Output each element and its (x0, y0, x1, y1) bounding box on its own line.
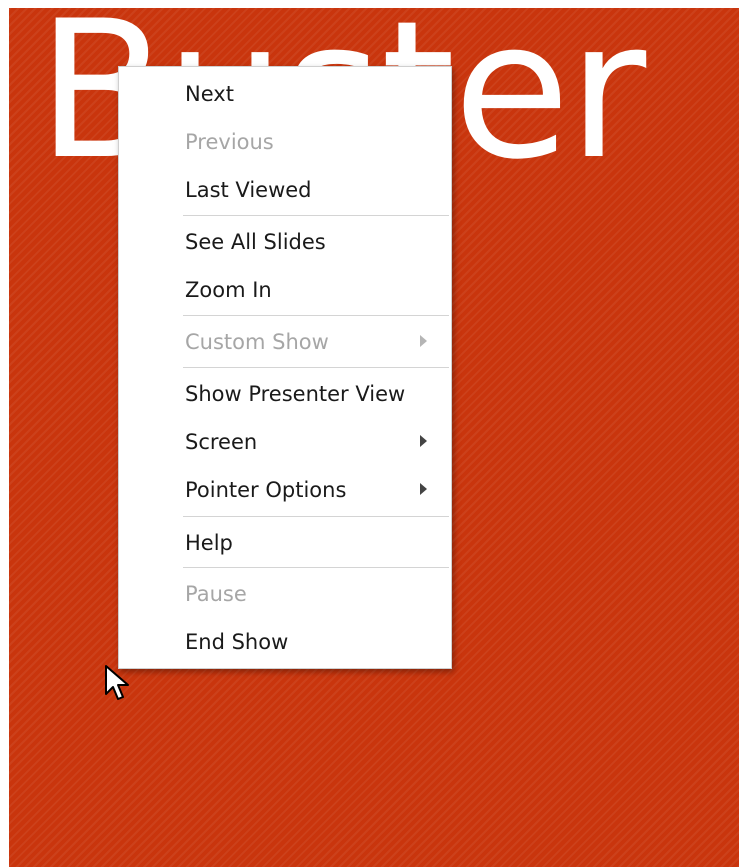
menu-item-help[interactable]: Help (119, 520, 451, 566)
menu-separator (183, 516, 449, 517)
menu-item-zoom-in[interactable]: Zoom In (119, 267, 451, 313)
menu-item-see-all-slides[interactable]: See All Slides (119, 219, 451, 265)
menu-item-label: End Show (185, 630, 289, 654)
menu-item-previous: Previous (119, 119, 451, 165)
menu-item-label: Pause (185, 582, 247, 606)
menu-item-label: Screen (185, 430, 258, 454)
menu-item-label: Help (185, 531, 233, 555)
submenu-arrow-icon (420, 335, 427, 347)
slideshow-context-menu: Next Previous Last Viewed See All Slides… (118, 66, 452, 669)
mouse-cursor-icon (105, 665, 129, 700)
menu-item-label: Show Presenter View (185, 382, 406, 406)
menu-item-pointer-options[interactable]: Pointer Options (119, 467, 451, 513)
submenu-arrow-icon (420, 435, 427, 447)
menu-item-label: Previous (185, 130, 274, 154)
menu-separator (183, 567, 449, 568)
menu-item-pause: Pause (119, 571, 451, 617)
menu-item-end-show[interactable]: End Show (119, 619, 451, 665)
menu-item-label: Pointer Options (185, 478, 347, 502)
menu-item-label: Last Viewed (185, 178, 312, 202)
menu-item-show-presenter-view[interactable]: Show Presenter View (119, 371, 451, 417)
menu-item-label: Custom Show (185, 330, 329, 354)
menu-item-label: Next (185, 82, 234, 106)
menu-item-custom-show: Custom Show (119, 319, 451, 365)
menu-item-next[interactable]: Next (119, 71, 451, 117)
submenu-arrow-icon (420, 483, 427, 495)
menu-item-last-viewed[interactable]: Last Viewed (119, 167, 451, 213)
menu-item-screen[interactable]: Screen (119, 419, 451, 465)
menu-separator (183, 215, 449, 216)
menu-item-label: Zoom In (185, 278, 272, 302)
menu-item-label: See All Slides (185, 230, 326, 254)
menu-separator (183, 367, 449, 368)
menu-separator (183, 315, 449, 316)
